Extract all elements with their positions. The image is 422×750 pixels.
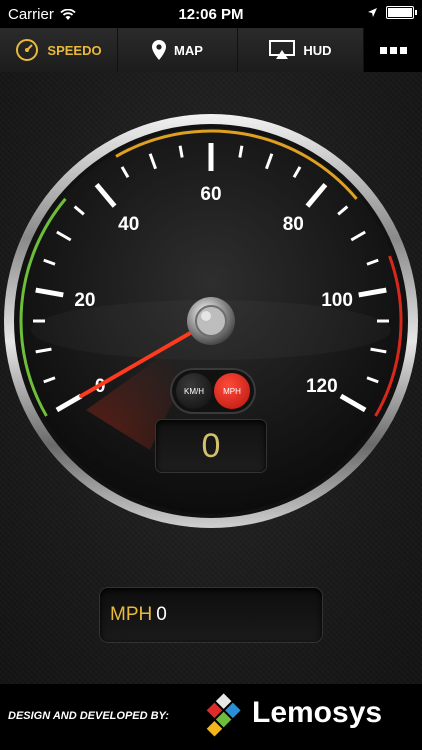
speed-display: 0 [156, 420, 266, 472]
airplay-icon [269, 40, 296, 59]
lemosys-logo-icon [206, 693, 241, 737]
tab-speedo-label: SPEEDO [47, 42, 102, 58]
mph-button[interactable]: MPH [214, 373, 250, 409]
tab-hud-label: HUD [303, 42, 332, 58]
mph-label: MPH [223, 386, 241, 396]
speed-readout: MPH 0 [100, 588, 322, 642]
gauge-label: 40 [118, 214, 139, 235]
tab-bar: SPEEDO MAP HUD [0, 28, 422, 73]
unit-toggle: KM/H MPH [170, 368, 256, 414]
footer-brand[interactable]: Lemosys [252, 696, 382, 730]
speedometer-gauge: 020406080100120 [4, 114, 418, 528]
tab-speedo[interactable]: SPEEDO [0, 28, 118, 72]
gauge-minor-tick [178, 145, 184, 158]
readout-unit: MPH [110, 604, 153, 625]
status-time: 12:06 PM [178, 6, 244, 23]
speed-value: 0 [201, 426, 221, 465]
kmh-button[interactable]: KM/H [176, 373, 212, 409]
readout-value: 0 [156, 604, 167, 625]
footer-credit: DESIGN AND DEVELOPED BY: [8, 710, 169, 722]
kmh-label: KM/H [184, 386, 204, 396]
status-bar: Carrier 12:06 PM [0, 0, 422, 28]
more-dots-icon [379, 46, 407, 54]
gauge-label: 120 [306, 376, 338, 397]
location-arrow-icon [368, 8, 377, 17]
map-pin-icon [152, 40, 167, 60]
gauge-label: 80 [283, 214, 304, 235]
gauge-label: 60 [200, 184, 221, 205]
more-menu-button[interactable] [364, 28, 422, 72]
tab-map-label: MAP [174, 42, 203, 58]
gauge-minor-tick [238, 145, 244, 158]
tab-hud[interactable]: HUD [238, 28, 364, 72]
speedometer-icon [16, 39, 39, 61]
tab-map[interactable]: MAP [118, 28, 238, 72]
battery-icon [386, 6, 417, 19]
